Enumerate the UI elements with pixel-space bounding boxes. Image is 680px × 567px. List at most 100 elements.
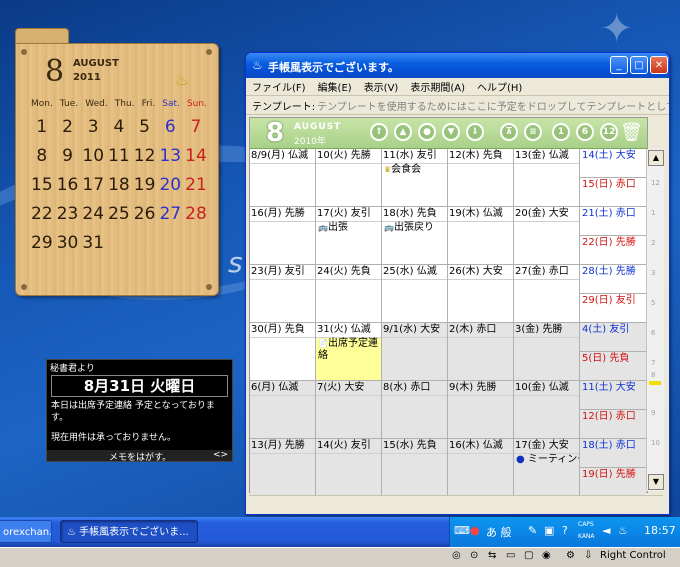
folder-icon[interactable]: ▭ (506, 550, 515, 561)
calendar-day-cell[interactable]: 8(水) 赤口 (382, 381, 448, 438)
nav-prev-icon[interactable]: ▲ (394, 123, 412, 141)
nav-next-icon[interactable]: ▼ (442, 123, 460, 141)
calendar-day-cell[interactable]: 12(木) 先負 (448, 149, 514, 206)
calendar-day-cell[interactable]: 11(水) 友引 ♛会食会 (382, 149, 448, 206)
onsen-tray-icon[interactable]: ♨ (618, 524, 628, 537)
keyboard-icon[interactable]: ⌨ (454, 524, 470, 537)
peel-memo-button[interactable]: メモをはがす。 (109, 450, 171, 463)
calendar-day-cell[interactable]: 23(月) 友引 (250, 265, 316, 322)
nav-first-icon[interactable]: ⇑ (370, 123, 388, 141)
calendar-day-cell[interactable]: 8/9(月) 仏滅 (250, 149, 316, 206)
calendar-event[interactable]: ♛会食会 (382, 164, 447, 176)
widget-date-cell[interactable]: 22 (29, 204, 55, 224)
scroll-down-icon[interactable]: ▼ (648, 474, 664, 490)
menu-view[interactable]: 表示(V) (364, 79, 399, 94)
widget-date-cell[interactable]: 4 (106, 117, 132, 137)
app-icon[interactable]: ♨ (252, 58, 263, 72)
widget-date-cell[interactable]: 13 (157, 146, 183, 166)
disk-icon[interactable]: ◎ (452, 550, 461, 561)
clock[interactable]: 18:57 (644, 524, 676, 537)
calendar-day-cell[interactable]: 31(火) 仏滅 📄出席予定連絡 (316, 323, 382, 380)
calendar-day-cell[interactable]: 14(火) 友引 (316, 439, 382, 495)
record-icon[interactable]: ◉ (542, 550, 551, 561)
vm-settings-icon[interactable]: ⚙ (566, 550, 575, 561)
calendar-day-cell[interactable]: 10(金) 仏滅 (514, 381, 580, 438)
cd-icon[interactable]: ⊙ (470, 550, 478, 561)
calendar-day-cell[interactable]: 13(金) 仏滅 (514, 149, 580, 206)
widget-date-cell[interactable]: 27 (157, 204, 183, 224)
usb-icon[interactable]: ⇆ (488, 550, 496, 561)
widget-date-cell[interactable]: 10 (80, 146, 106, 166)
calendar-event[interactable]: ● ミーティング (514, 454, 579, 466)
widget-date-cell[interactable]: 23 (55, 204, 81, 224)
calendar-day-cell[interactable]: 13(月) 先勝 (250, 439, 316, 495)
calendar-day-cell[interactable]: 2(木) 赤口 (448, 323, 514, 380)
volume-icon[interactable]: ◄ (602, 524, 610, 537)
calendar-event[interactable]: 📄出席予定連絡 (316, 338, 381, 362)
calendar-day-cell[interactable]: 25(水) 仏滅 (382, 265, 448, 322)
widget-date-cell[interactable]: 18 (106, 175, 132, 195)
menu-period[interactable]: 表示期間(A) (410, 79, 465, 94)
nav-today-icon[interactable]: ● (418, 123, 436, 141)
saturday-cell[interactable]: 4(土) 友引 (580, 323, 646, 352)
saturday-cell[interactable]: 14(土) 大安 (580, 149, 646, 178)
widget-date-cell[interactable]: 24 (80, 204, 106, 224)
widget-date-cell[interactable]: 12 (132, 146, 158, 166)
taskbar-item-notebook[interactable]: ♨ 手帳風表示でございま... (60, 520, 198, 543)
widget-date-cell[interactable]: 30 (55, 233, 81, 253)
widget-date-cell[interactable]: 1 (29, 117, 55, 137)
calendar-day-cell[interactable]: 16(木) 仏滅 (448, 439, 514, 495)
saturday-cell[interactable]: 28(土) 先勝 (580, 265, 646, 294)
tray-tool-icon[interactable]: ✎ (528, 524, 537, 537)
widget-date-cell[interactable]: 8 (29, 146, 55, 166)
saturday-cell[interactable]: 21(土) 赤口 (580, 207, 646, 236)
widget-date-cell[interactable]: 21 (183, 175, 209, 195)
calendar-day-cell[interactable]: 10(火) 先勝 (316, 149, 382, 206)
view-1-month-button[interactable]: 1 (552, 123, 570, 141)
template-drop-area[interactable]: テンプレートを使用するためにはここに予定をドロップしてテンプレートとして登録..… (317, 98, 669, 113)
widget-date-cell[interactable]: 11 (106, 146, 132, 166)
trash-icon[interactable]: 🗑 (620, 122, 643, 143)
calendar-day-cell[interactable]: 3(金) 先勝 (514, 323, 580, 380)
widget-date-cell[interactable]: 6 (157, 117, 183, 137)
view-expand-icon[interactable]: ≡ (524, 123, 542, 141)
widget-date-cell[interactable]: 26 (132, 204, 158, 224)
widget-date-cell[interactable]: 16 (55, 175, 81, 195)
template-bar[interactable]: テンプレート: テンプレートを使用するためにはここに予定をドロップしてテンプレー… (246, 96, 669, 115)
calendar-day-cell[interactable]: 9(木) 先勝 (448, 381, 514, 438)
tray-dict-icon[interactable]: ▣ (544, 524, 554, 537)
calendar-day-cell[interactable]: 15(水) 先負 (382, 439, 448, 495)
menu-help[interactable]: ヘルプ(H) (477, 79, 522, 94)
desktop-calendar-widget[interactable]: 8 AUGUST 2011 ♨ Mon. Tue. Wed. Thu. Fri. Sat.… (15, 28, 219, 296)
sunday-cell[interactable]: 19(日) 先勝 (580, 468, 646, 496)
sunday-cell[interactable]: 22(日) 先勝 (580, 236, 646, 264)
calendar-event[interactable]: 🚌出張 (316, 222, 381, 234)
help-icon[interactable]: ? (562, 524, 568, 537)
minimize-button[interactable]: _ (610, 56, 628, 74)
calendar-day-cell[interactable]: 16(月) 先勝 (250, 207, 316, 264)
arrow-icon[interactable]: ⇩ (584, 550, 592, 561)
maximize-button[interactable]: □ (630, 56, 648, 74)
saturday-cell[interactable]: 11(土) 大安 (580, 381, 646, 410)
calendar-event[interactable]: 🚌出張戻り (382, 222, 447, 234)
widget-date-cell[interactable]: 7 (183, 117, 209, 137)
calendar-day-cell[interactable]: 26(木) 大安 (448, 265, 514, 322)
widget-date-cell[interactable]: 3 (80, 117, 106, 137)
view-compress-icon[interactable]: ⊼ (500, 123, 518, 141)
widget-date-cell[interactable]: 25 (106, 204, 132, 224)
scroll-thumb[interactable] (649, 381, 661, 385)
sunday-cell[interactable]: 12(日) 赤口 (580, 410, 646, 438)
widget-date-cell[interactable]: 28 (183, 204, 209, 224)
calendar-day-cell[interactable]: 24(火) 先負 (316, 265, 382, 322)
view-6-month-button[interactable]: 6 (576, 123, 594, 141)
nav-last-icon[interactable]: ⇓ (466, 123, 484, 141)
display-icon[interactable]: ▢ (524, 550, 533, 561)
vertical-scrollbar[interactable]: ▲ 12 1 2 3 5 6 7 8 9 10 ▼ (646, 149, 664, 491)
widget-date-cell[interactable]: 19 (132, 175, 158, 195)
widget-date-cell[interactable]: 2 (55, 117, 81, 137)
calendar-day-cell[interactable]: 20(金) 大安 (514, 207, 580, 264)
memo-nav-buttons[interactable]: <> (213, 450, 228, 460)
saturday-cell[interactable]: 18(土) 赤口 (580, 439, 646, 468)
menu-edit[interactable]: 編集(E) (318, 79, 352, 94)
widget-date-cell[interactable]: 5 (132, 117, 158, 137)
